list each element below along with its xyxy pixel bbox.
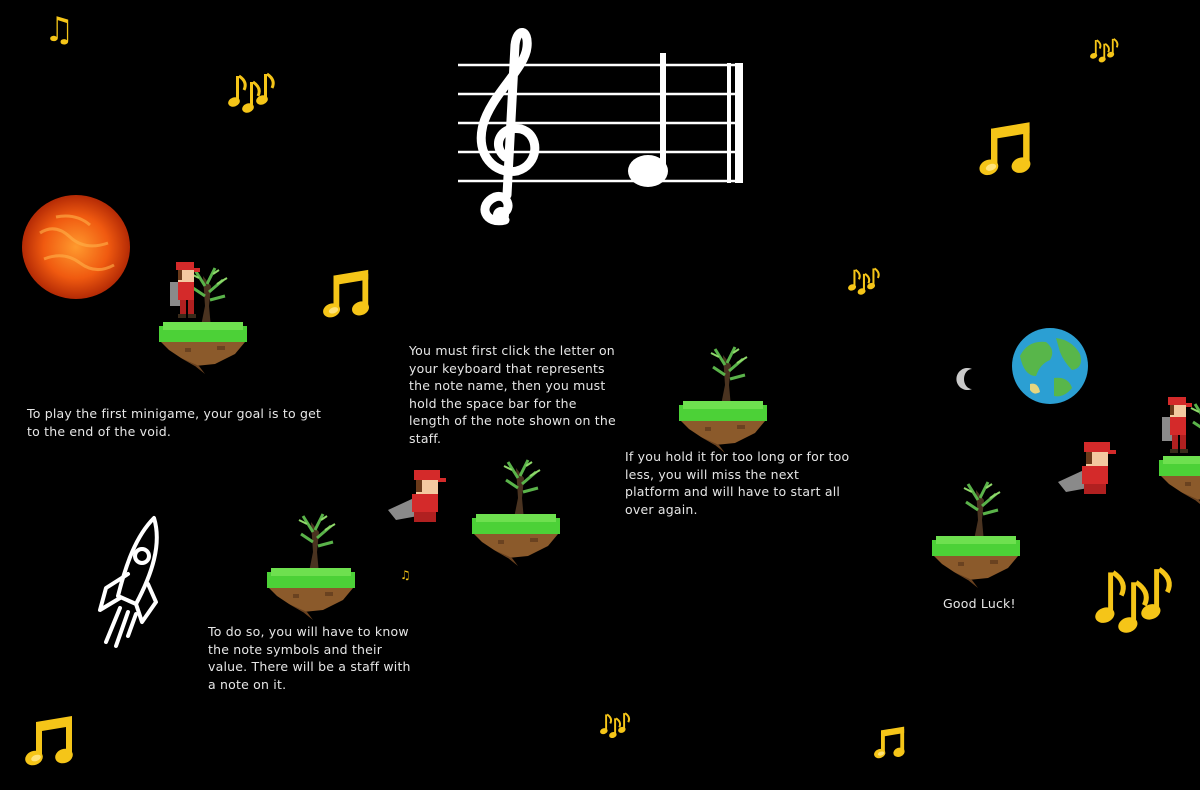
beamed-notes-icon [1095,556,1187,648]
sun-icon [22,195,130,299]
music-note-icon: ♫ [44,10,75,50]
instruction-know-notes: To do so, you will have to know the note… [208,624,411,692]
beamed-notes-icon [600,712,631,741]
beamed-notes-icon [228,72,275,116]
floating-island-platform [930,480,1022,590]
good-luck-text: Good Luck! [943,596,1016,611]
music-note-icon [23,716,75,768]
floating-island-platform [677,345,769,455]
character-flying [388,470,446,522]
music-note-icon [321,269,371,320]
beamed-notes-icon [848,267,880,297]
floating-island-platform [470,458,562,568]
music-note-icon [977,122,1033,178]
character-standing [1162,397,1192,453]
music-note-icon [872,726,906,760]
character-flying [1058,442,1116,494]
instruction-timing: If you hold it for too long or for too l… [625,449,850,517]
instruction-goal: To play the first minigame, your goal is… [27,406,322,439]
rocket-icon [98,516,159,648]
instruction-click-letter: You must first click the letter on your … [409,343,616,446]
character-standing [170,262,200,318]
earth-icon [1012,328,1088,404]
music-note-icon: ♫ [400,568,411,582]
floating-island-platform [265,512,357,622]
beamed-notes-icon [1090,37,1119,65]
treble-clef-staff [458,28,743,226]
moon-icon [956,368,972,390]
